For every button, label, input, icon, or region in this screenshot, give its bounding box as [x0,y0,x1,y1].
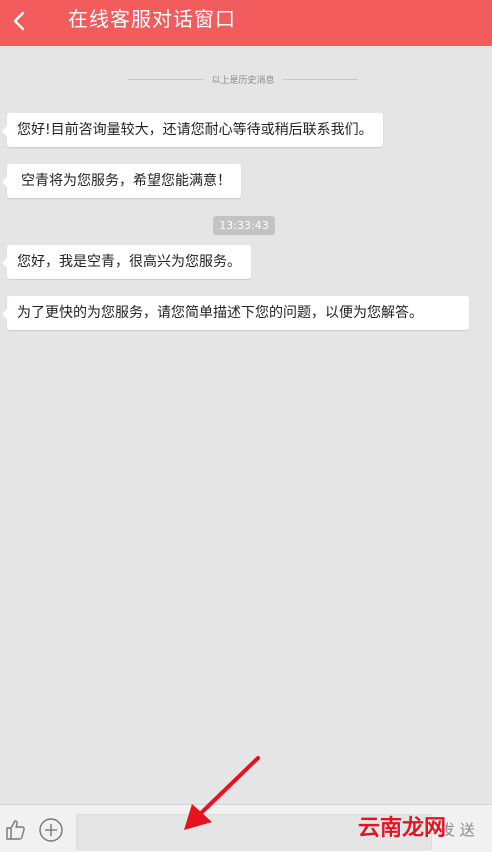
add-button[interactable] [38,817,64,843]
message-bubble[interactable]: 空青将为您服务，希望您能满意！ [2,164,241,198]
history-divider: 以上是历史消息 [128,72,359,86]
thumbs-up-icon [6,820,25,840]
chevron-left-icon [13,11,25,31]
message-text: 为了更快的为您服务，请您简单描述下您的问题，以便为您解答。 [17,305,423,321]
page-title: 在线客服对话窗口 [68,7,236,31]
annotation-arrow [184,756,260,830]
message-bubble[interactable]: 您好，我是空青，很高兴为您服务。 [2,245,251,279]
history-divider-label: 以上是历史消息 [211,75,275,86]
message-timestamp: 13:33:43 [213,216,275,235]
message-text: 您好，我是空青，很高兴为您服务。 [17,254,241,270]
message-bubble[interactable]: 您好!目前咨询量较大，还请您耐心等待或稍后联系我们。 [2,113,383,147]
header-bar: 在线客服对话窗口 [0,0,492,46]
message-bubble[interactable]: 为了更快的为您服务，请您简单描述下您的问题，以便为您解答。 [2,296,469,330]
plus-circle-icon [39,818,63,842]
back-button[interactable] [6,4,32,38]
watermark-logo: 云南龙网 [358,815,447,841]
message-text: 空青将为您服务，希望您能满意！ [21,173,231,189]
chat-area[interactable]: 以上是历史消息 您好!目前咨询量较大，还请您耐心等待或稍后联系我们。 空青将为您… [0,46,492,804]
message-text: 您好!目前咨询量较大，还请您耐心等待或稍后联系我们。 [17,122,373,138]
like-button[interactable] [3,817,29,843]
